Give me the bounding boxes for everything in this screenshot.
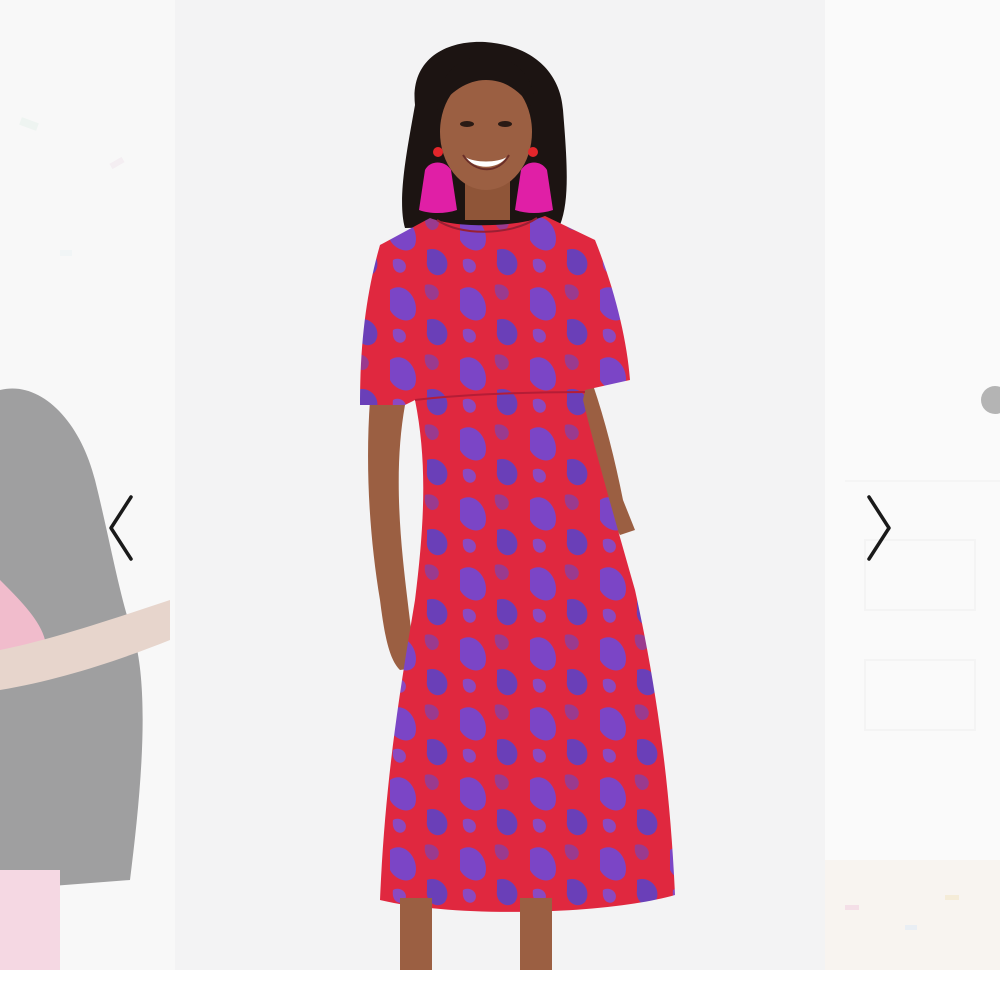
product-photo [175,0,825,970]
carousel-slide-active [175,0,825,970]
carousel-slide-next[interactable] [825,0,1000,970]
carousel-prev-button[interactable] [100,492,140,564]
image-carousel [0,0,1000,1000]
carousel-slide-previous[interactable] [0,0,175,970]
chevron-left-icon [109,495,133,561]
chevron-right-icon [867,495,891,561]
next-slide-fade-overlay [825,0,1000,970]
previous-slide-fade-overlay [0,0,175,970]
carousel-next-button[interactable] [860,492,900,564]
